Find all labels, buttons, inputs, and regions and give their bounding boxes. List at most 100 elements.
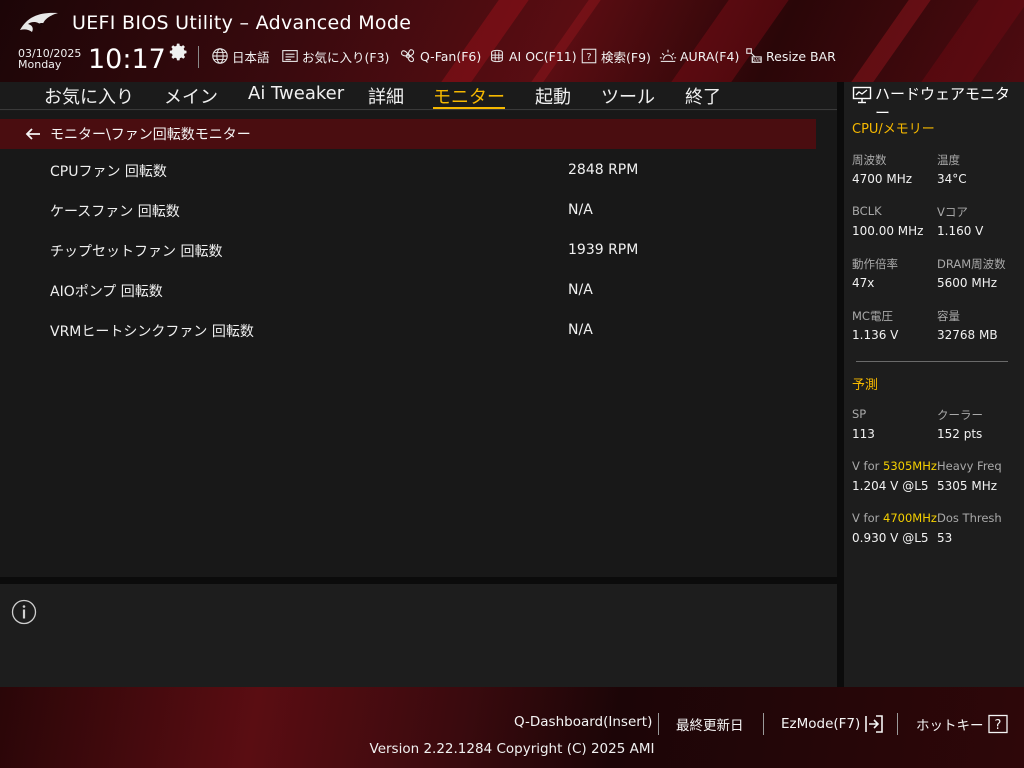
v-for-heavy-label: V for 5305MHz: [852, 459, 937, 473]
qdashboard-button[interactable]: Q-Dashboard(Insert): [514, 714, 652, 730]
tab-boot[interactable]: 起動: [535, 83, 571, 109]
hotkeys-button[interactable]: ホットキー ?: [916, 714, 1009, 734]
setting-row-cpu-fan[interactable]: CPUファン 回転数 2848 RPM: [0, 151, 816, 191]
header-divider: [198, 46, 199, 68]
v-for-current-label: V for 4700MHz: [852, 511, 937, 525]
weekday-display: Monday: [18, 58, 62, 71]
info-icon: [11, 599, 37, 625]
setting-value: N/A: [568, 282, 593, 298]
tab-favorites[interactable]: お気に入り: [44, 83, 134, 109]
monitor-icon: [852, 86, 872, 104]
setting-label: AIOポンプ 回転数: [50, 284, 163, 300]
resize-bar-label: Resize BAR: [766, 48, 836, 64]
ai-oc-label: AI OC(F11): [509, 48, 577, 64]
setting-value: N/A: [568, 322, 593, 338]
tab-main[interactable]: メイン: [164, 83, 218, 109]
footer-divider: [897, 713, 898, 735]
svg-text:BAR: BAR: [752, 57, 761, 63]
rog-logo-icon: [20, 12, 58, 32]
prediction-section-title: 予測: [852, 378, 879, 393]
qfan-label: Q-Fan(F6): [420, 48, 482, 64]
bclk-label: BCLK: [852, 204, 882, 218]
resize-bar-icon: BAR: [746, 48, 762, 63]
mc-voltage-value: 1.136 V: [852, 328, 899, 342]
qfan-button[interactable]: Q-Fan(F6): [399, 46, 481, 66]
vcore-value: 1.160 V: [937, 224, 984, 238]
search-button[interactable]: ? 検索(F9): [580, 46, 651, 66]
sp-value: 113: [852, 427, 875, 441]
gear-icon[interactable]: [169, 42, 189, 62]
setting-row-vrm-fan[interactable]: VRMヒートシンクファン 回転数 N/A: [0, 311, 816, 351]
main-content: モニター\ファン回転数モニター CPUファン 回転数 2848 RPM ケースフ…: [0, 111, 837, 577]
back-arrow-icon[interactable]: [24, 127, 42, 141]
help-divider: [0, 577, 837, 584]
language-label: 日本語: [232, 49, 270, 65]
help-panel: [0, 584, 837, 687]
fan-icon: [401, 49, 415, 63]
language-button[interactable]: 日本語: [211, 46, 270, 66]
hardware-monitor-panel: ハードウェアモニター CPU/メモリー 周波数 4700 MHz 温度 34°C…: [844, 82, 1024, 687]
aura-button[interactable]: AURA(F4): [659, 46, 739, 66]
setting-label: チップセットファン 回転数: [50, 244, 223, 260]
hotkeys-label: ホットキー: [916, 718, 984, 734]
tab-exit[interactable]: 終了: [685, 83, 721, 109]
favorites-icon: [282, 50, 298, 62]
ratio-label: 動作倍率: [852, 257, 898, 271]
capacity-value: 32768 MB: [937, 328, 998, 342]
capacity-label: 容量: [937, 309, 960, 323]
cpu-frequency-label: 周波数: [852, 153, 887, 167]
setting-row-chipset-fan[interactable]: チップセットファン 回転数 1939 RPM: [0, 231, 816, 271]
favorites-button[interactable]: お気に入り(F3): [281, 46, 389, 66]
clock-display: 10:17: [88, 44, 166, 75]
cpu-temperature-label: 温度: [937, 153, 960, 167]
tab-tool[interactable]: ツール: [601, 83, 655, 109]
tab-ai-tweaker[interactable]: Ai Tweaker: [248, 83, 344, 104]
footer-divider: [763, 713, 764, 735]
app-title: UEFI BIOS Utility – Advanced Mode: [72, 12, 412, 34]
aura-icon: [659, 49, 677, 62]
setting-row-aio-pump[interactable]: AIOポンプ 回転数 N/A: [0, 271, 816, 311]
cooler-label: クーラー: [937, 408, 983, 422]
svg-text:?: ?: [586, 52, 591, 63]
v-for-prefix: V for: [852, 511, 883, 525]
help-search-icon: ?: [581, 48, 597, 64]
v-for-frequency: 5305MHz: [883, 459, 937, 473]
ezmode-button[interactable]: EzMode(F7): [781, 714, 885, 734]
breadcrumb-label: モニター\ファン回転数モニター: [50, 127, 251, 143]
footer-bar: Q-Dashboard(Insert) 最終更新日 EzMode(F7) ホット…: [0, 687, 1024, 768]
dram-frequency-value: 5600 MHz: [937, 276, 998, 290]
setting-row-chassis-fan[interactable]: ケースファン 回転数 N/A: [0, 191, 816, 231]
section-divider: [856, 361, 1008, 362]
question-key-icon: ?: [987, 714, 1008, 734]
header-bar: UEFI BIOS Utility – Advanced Mode 03/10/…: [0, 0, 1024, 82]
setting-value: 2848 RPM: [568, 162, 639, 178]
sp-label: SP: [852, 407, 867, 421]
setting-value: N/A: [568, 202, 593, 218]
active-tab-indicator: [433, 107, 505, 109]
tab-monitor[interactable]: モニター: [433, 83, 505, 109]
ezmode-label: EzMode(F7): [781, 716, 861, 732]
last-modified-button[interactable]: 最終更新日: [676, 714, 744, 734]
heavy-freq-value: 5305 MHz: [937, 479, 998, 493]
ai-oc-button[interactable]: AI OC(F11): [488, 46, 577, 66]
ai-oc-icon: [491, 49, 503, 63]
vcore-label: Vコア: [937, 205, 968, 219]
v-for-heavy-value: 1.204 V @L5: [852, 479, 929, 493]
version-text: Version 2.22.1284 Copyright (C) 2025 AMI: [369, 741, 655, 757]
mc-voltage-label: MC電圧: [852, 309, 893, 323]
cpu-memory-section-title: CPU/メモリー: [852, 122, 935, 137]
setting-label: ケースファン 回転数: [50, 204, 180, 220]
exit-to-ezmode-icon: [865, 715, 884, 733]
dram-frequency-label: DRAM周波数: [937, 257, 1006, 271]
resize-bar-button[interactable]: BAR Resize BAR: [745, 46, 836, 66]
side-divider: [837, 82, 844, 687]
tab-advanced[interactable]: 詳細: [368, 83, 404, 109]
setting-value: 1939 RPM: [568, 242, 639, 258]
bclk-value: 100.00 MHz: [852, 224, 924, 238]
setting-label: CPUファン 回転数: [50, 164, 167, 180]
cpu-frequency-value: 4700 MHz: [852, 172, 913, 186]
aura-label: AURA(F4): [680, 48, 740, 64]
favorites-label: お気に入り(F3): [302, 49, 390, 65]
breadcrumb: モニター\ファン回転数モニター: [0, 119, 816, 149]
dos-thresh-label: Dos Thresh: [937, 511, 1002, 525]
